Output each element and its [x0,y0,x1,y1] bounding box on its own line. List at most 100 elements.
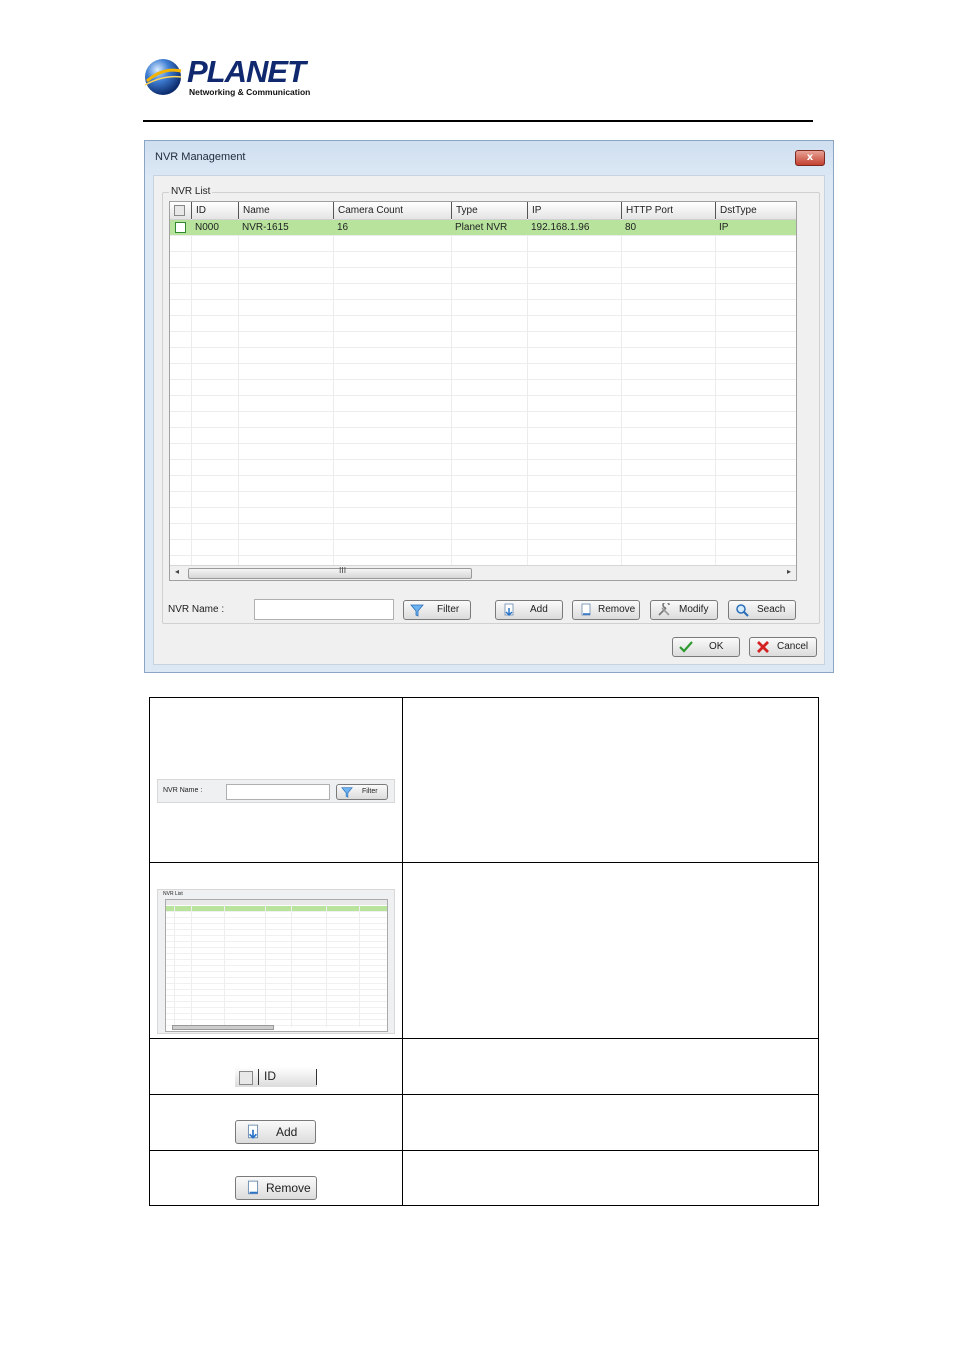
horizontal-scrollbar[interactable]: ◂ III ▸ [170,565,796,580]
grid-row-line [170,523,796,524]
grid-row-line [170,475,796,476]
thumb-filter-button: Filter [336,784,388,800]
thumb-row-line [166,977,387,978]
scroll-thumb[interactable]: III [188,566,472,579]
grid-row-line [170,251,796,252]
description-table: NVR Name : Filter NVR List ID Add Remove [149,697,819,1206]
thumb-remove-icon [247,1180,259,1195]
grid-row-line [170,363,796,364]
header-type[interactable]: Type [451,202,527,219]
thumb-scrollbar [172,1025,274,1030]
grid-row-line [170,459,796,460]
add-button[interactable]: Add [495,600,563,620]
grid-row-line [170,427,796,428]
thumb-add-icon [247,1124,259,1139]
nvr-name-input[interactable] [254,599,394,620]
logo-brand-text: PLANET [187,54,306,89]
grid-row-line [170,267,796,268]
header-name[interactable]: Name [238,202,333,219]
grid-column-line [621,219,622,567]
cancel-button-label: Cancel [777,641,809,652]
thumb-row-line [166,1001,387,1002]
thumb-filter-label: Filter [362,788,378,795]
dialog-body: NVR List ID Name Camera Count Type IP HT… [153,175,825,665]
thumb-grid-header [166,900,387,905]
header-dst-type[interactable]: DstType [715,202,796,219]
thumb-nvr-name-label: NVR Name : [163,787,203,794]
thumb-row-line [166,1019,387,1020]
dialog-titlebar[interactable]: NVR Management x [145,141,833,175]
search-button-label: Seach [757,604,786,615]
table-row[interactable]: N000 NVR-1615 16 Planet NVR 192.168.1.96… [170,220,796,235]
grid-row-line [170,379,796,380]
close-button[interactable]: x [795,150,825,166]
thumb-header-sep [258,1069,259,1085]
cell-ip: 192.168.1.96 [531,222,590,233]
grid-row-line [170,395,796,396]
thumb-group-label: NVR List [163,891,183,897]
header-id[interactable]: ID [191,202,238,219]
nvr-list-group: NVR List ID Name Camera Count Type IP HT… [162,186,820,624]
thumb-filter-icon [341,787,353,798]
thumb-row-line [166,971,387,972]
cell-type: Planet NVR [455,222,508,233]
scroll-grip: III [339,566,347,575]
thumb-row-line [166,989,387,990]
header-http-port[interactable]: HTTP Port [621,202,715,219]
magnifier-icon [736,604,749,617]
scroll-left-icon[interactable]: ◂ [175,567,179,576]
thumb-row-line [166,929,387,930]
thumb-row-line [166,935,387,936]
ok-button-label: OK [709,641,724,652]
thumb-row-line [166,941,387,942]
desc-row-nvr-list: NVR List [150,863,818,1039]
grid-row-line [170,507,796,508]
cell-dst-type: IP [719,222,729,233]
thumb-id-label: ID [264,1069,276,1083]
thumb-remove-button: Remove [235,1176,317,1200]
search-button[interactable]: Seach [728,600,796,620]
red-x-icon [757,641,769,653]
thumb-row-line [166,983,387,984]
thumb-row-line [166,917,387,918]
cell-http-port: 80 [625,222,637,233]
scroll-right-icon[interactable]: ▸ [787,567,791,576]
thumb-grid [165,899,388,1032]
header-select-all[interactable] [170,202,191,219]
add-icon [504,603,514,617]
add-button-label: Add [530,604,548,615]
remove-button[interactable]: Remove [572,600,640,620]
grid-row-line [170,347,796,348]
thumb-add-label: Add [276,1125,298,1139]
remove-icon [581,603,591,616]
select-all-checkbox[interactable] [174,205,185,216]
cell-id: N000 [195,222,219,233]
nvr-name-label: NVR Name : [168,604,225,615]
grid-row-line [170,283,796,284]
thumb-row-line [166,965,387,966]
thumb-header-sep-2 [316,1069,317,1085]
globe-logo-icon [144,59,182,95]
grid-column-line [451,219,452,567]
header-camera-count[interactable]: Camera Count [333,202,451,219]
grid-column-line [527,219,528,567]
thumb-row-line [166,1013,387,1014]
cancel-button[interactable]: Cancel [749,637,817,657]
header-ip[interactable]: IP [527,202,621,219]
grid-row-line [170,539,796,540]
ok-button[interactable]: OK [672,637,740,657]
cell-camera-count: 16 [337,222,349,233]
desc-row-remove: Remove [150,1151,818,1207]
row-checkbox[interactable] [175,222,186,233]
grid-row-line [170,299,796,300]
nvr-list-grid[interactable]: ID Name Camera Count Type IP HTTP Port D… [169,201,797,581]
filter-button[interactable]: Filter [403,600,471,620]
desc-row-add: Add [150,1095,818,1151]
nvr-name-filter-thumbnail: NVR Name : Filter [157,779,395,803]
modify-button[interactable]: Modify [650,600,718,620]
thumb-row-line [166,1007,387,1008]
dialog-title: NVR Management [155,151,246,163]
grid-row-line [170,491,796,492]
grid-row-line [170,443,796,444]
grid-header: ID Name Camera Count Type IP HTTP Port D… [170,202,796,220]
